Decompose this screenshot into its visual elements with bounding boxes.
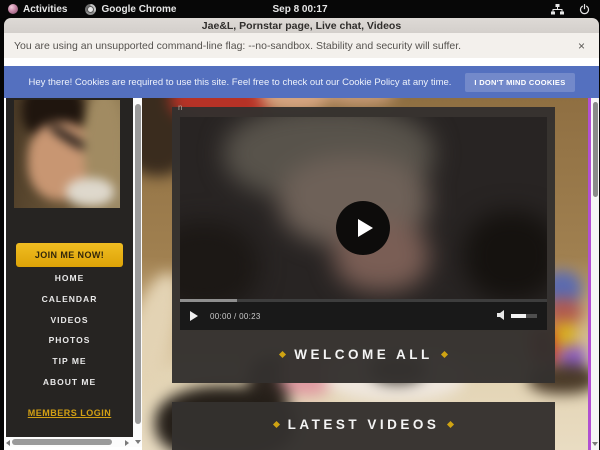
sidebar-vertical-scrollbar[interactable]	[133, 98, 142, 447]
window-title: Jae&L, Pornstar page, Live chat, Videos	[202, 20, 401, 32]
app-menu-label: Google Chrome	[101, 4, 176, 15]
activities-button[interactable]: Activities	[8, 4, 67, 15]
network-icon[interactable]	[551, 4, 564, 15]
nav-tip-me[interactable]: TIP ME	[6, 351, 133, 372]
welcome-heading: WELCOME ALL	[172, 347, 555, 362]
members-login-link[interactable]: MEMBERS LOGIN	[6, 408, 133, 418]
scroll-down-arrow-icon[interactable]	[592, 442, 598, 446]
window-titlebar[interactable]: Jae&L, Pornstar page, Live chat, Videos	[4, 18, 599, 33]
nav-home[interactable]: HOME	[6, 268, 133, 289]
cookie-message: Hey there! Cookies are required to use t…	[28, 77, 451, 88]
flag-warning-bar: You are using an unsupported command-lin…	[4, 33, 599, 59]
browser-window: Jae&L, Pornstar page, Live chat, Videos …	[4, 18, 599, 450]
nav-about-me[interactable]: ABOUT ME	[6, 372, 133, 393]
activities-label: Activities	[23, 4, 67, 15]
sidebar-hscroll-thumb[interactable]	[12, 439, 112, 445]
page-viewport: Hey there! Cookies are required to use t…	[4, 58, 599, 450]
play-icon	[358, 219, 373, 237]
power-icon[interactable]	[579, 4, 590, 15]
scroll-right-arrow-icon[interactable]	[125, 440, 129, 446]
diamond-icon	[279, 351, 286, 358]
flag-warning-text: You are using an unsupported command-lin…	[4, 40, 461, 52]
page-scrollbar[interactable]	[591, 98, 599, 450]
sidebar-horizontal-scrollbar[interactable]	[4, 437, 133, 447]
cookie-banner: Hey there! Cookies are required to use t…	[4, 66, 599, 98]
video-time: 00:00 / 00:23	[210, 312, 261, 321]
chrome-icon	[85, 4, 96, 15]
profile-photo-blur-layer	[14, 100, 120, 208]
diamond-icon	[441, 351, 448, 358]
welcome-heading-text: WELCOME ALL	[294, 347, 432, 362]
latest-videos-heading: LATEST VIDEOS	[172, 417, 555, 432]
volume-icon[interactable]	[497, 307, 507, 325]
video-player[interactable]	[180, 117, 547, 299]
scroll-left-arrow-icon[interactable]	[6, 440, 10, 446]
page-scrollbar-thumb[interactable]	[593, 102, 598, 197]
nav-videos[interactable]: VIDEOS	[6, 310, 133, 331]
latest-videos-heading-text: LATEST VIDEOS	[288, 417, 440, 432]
sidebar-vscroll-thumb[interactable]	[135, 104, 141, 424]
activities-icon	[8, 4, 18, 14]
diamond-icon	[447, 421, 454, 428]
desktop-top-bar: Activities Google Chrome Sep 8 00:17	[0, 0, 600, 18]
controls-play-icon[interactable]	[190, 311, 198, 321]
diamond-icon	[273, 421, 280, 428]
video-controls: 00:00 / 00:23	[180, 302, 547, 330]
volume-slider-track[interactable]	[526, 314, 537, 318]
artifact-glyph: n	[178, 103, 182, 112]
video-section-panel: n 00:00 / 00:23	[172, 107, 555, 383]
scroll-down-arrow-icon[interactable]	[135, 440, 141, 444]
play-button[interactable]	[336, 201, 390, 255]
nav-photos[interactable]: PHOTOS	[6, 330, 133, 351]
latest-videos-section: LATEST VIDEOS	[172, 402, 555, 450]
accept-cookies-button[interactable]: I DON'T MIND COOKIES	[465, 73, 574, 92]
sidebar-menu: HOME CALENDAR VIDEOS PHOTOS TIP ME ABOUT…	[6, 268, 133, 393]
nav-calendar[interactable]: CALENDAR	[6, 289, 133, 310]
join-now-button[interactable]: JOIN ME NOW!	[16, 243, 123, 267]
sidebar: JOIN ME NOW! HOME CALENDAR VIDEOS PHOTOS…	[6, 98, 133, 437]
profile-photo[interactable]	[14, 100, 120, 208]
volume-slider-fill[interactable]	[511, 314, 526, 318]
app-menu-button[interactable]: Google Chrome	[85, 4, 176, 15]
close-icon[interactable]: ×	[578, 39, 599, 53]
